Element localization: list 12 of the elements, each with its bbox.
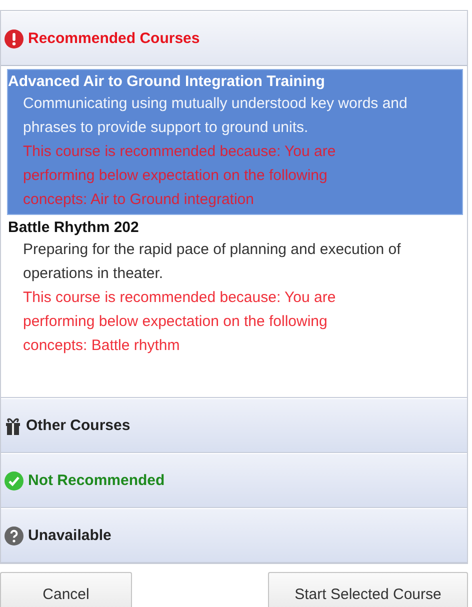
help-icon [4, 526, 24, 546]
check-icon [4, 470, 24, 490]
gift-icon [4, 416, 22, 436]
section-header[interactable]: Unavailable [1, 508, 467, 563]
section-header[interactable]: Other Courses [1, 398, 467, 453]
section-header[interactable]: Not Recommended [1, 453, 467, 508]
cancel-button[interactable]: Cancel [0, 572, 132, 607]
course-item[interactable]: Advanced Air to Ground Integration Training Communicating using mutually understood key words and phrases to provide support to ground units. This course is recommended because: You are performing below expectation on the following concepts: Air to Ground integration [7, 69, 463, 215]
course-item[interactable]: Battle Rhythm 202 Preparing for the rapid pace of planning and execution of operations in theater. This course is recommended because: You are performing below expectation on the following concepts: Battle rhythm [7, 215, 463, 361]
section-header[interactable]: Recommended Courses [1, 11, 467, 66]
start-button[interactable]: Start Selected Course [268, 572, 468, 607]
alert-icon [4, 28, 24, 48]
